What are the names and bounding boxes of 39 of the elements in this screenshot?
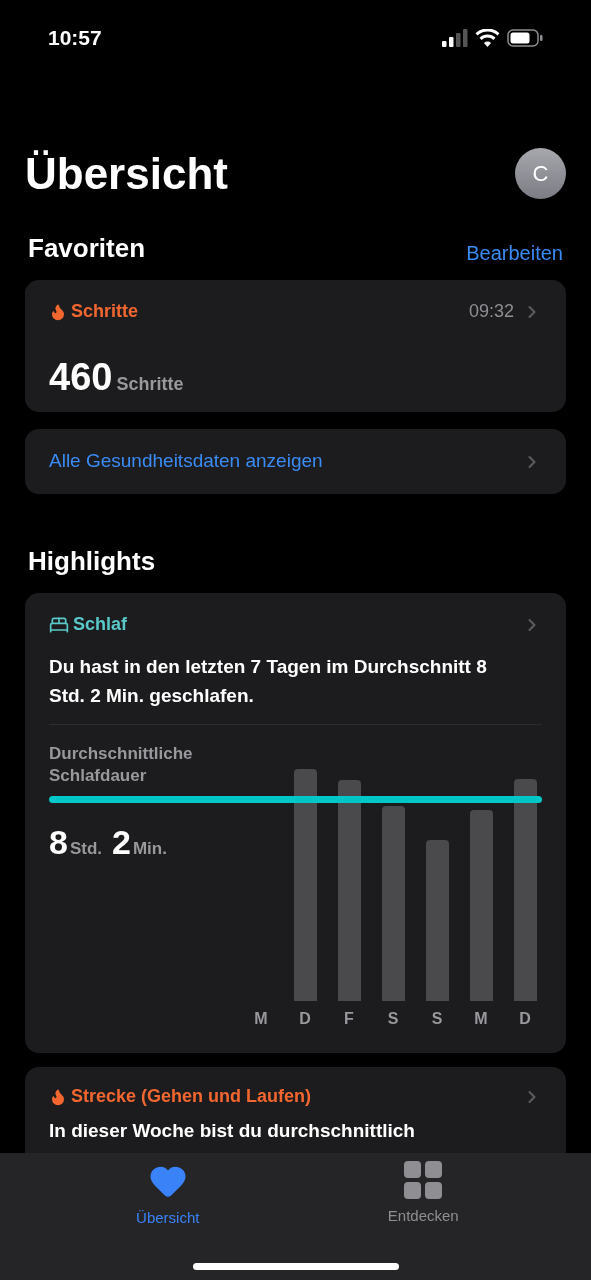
edit-link[interactable]: Bearbeiten <box>466 238 563 268</box>
status-time: 10:57 <box>48 25 102 52</box>
day-label: M <box>474 1009 488 1029</box>
day-label: F <box>344 1009 354 1029</box>
minutes-value: 2 <box>112 822 131 863</box>
grid-icon <box>404 1161 443 1199</box>
day-label: D <box>299 1009 311 1029</box>
distance-summary: In dieser Woche bist du durchschnittlich <box>49 1120 416 1142</box>
card-label: Schritte <box>71 300 139 323</box>
all-health-data-link[interactable]: Alle Gesundheitsdaten anzeigen <box>49 447 323 476</box>
day-label: D <box>519 1009 531 1029</box>
steps-card[interactable]: Schritte 09:32 460 Schritte <box>25 280 566 412</box>
stat-label: Durchschnittliche Schlafdauer <box>49 743 194 787</box>
day-label: S <box>387 1009 399 1029</box>
wifi-icon <box>475 29 500 47</box>
steps-unit: Schritte <box>116 373 184 396</box>
hours-value: 8 <box>49 822 68 863</box>
tab-item[interactable]: Entdecken <box>353 1161 494 1230</box>
day-label: S <box>431 1009 443 1029</box>
sleep-card[interactable]: Schlaf Du hast in den letzten 7 Tagen im Durchschnitt 8 Std. 2 Min. geschlafen. Durchschnittliche Schlafdauer 8Std. 2 Min. M D F S S M D <box>25 593 566 1053</box>
steps-value: 460 <box>49 355 113 400</box>
sleep-summary: Du hast in den letzten 7 Tagen im Durchschnitt 8 Std. 2 Min. geschlafen. <box>49 655 488 708</box>
distance-card[interactable]: Strecke (Gehen und Laufen) In dieser Woche bist du durchschnittlich <box>25 1067 566 1153</box>
flame-icon <box>49 302 67 321</box>
section-title: Highlights <box>27 545 157 578</box>
card-label: Schlaf <box>73 613 128 636</box>
battery-icon <box>507 29 543 47</box>
page-title: Übersicht <box>25 151 228 196</box>
card-time: 09:32 <box>468 300 514 323</box>
profile-avatar[interactable]: C <box>515 148 566 199</box>
tab-item[interactable]: Übersicht <box>97 1161 238 1230</box>
minutes-unit: Min. <box>132 838 167 860</box>
hours-unit: Std. <box>69 838 103 860</box>
section-title: Favoriten <box>28 232 146 265</box>
all-health-data-row[interactable]: Alle Gesundheitsdaten anzeigen <box>25 429 566 494</box>
day-label: M <box>254 1009 268 1029</box>
card-label: Strecke (Gehen und Laufen) <box>71 1085 312 1108</box>
flame-icon <box>49 1087 67 1106</box>
signal-icon <box>442 29 468 47</box>
